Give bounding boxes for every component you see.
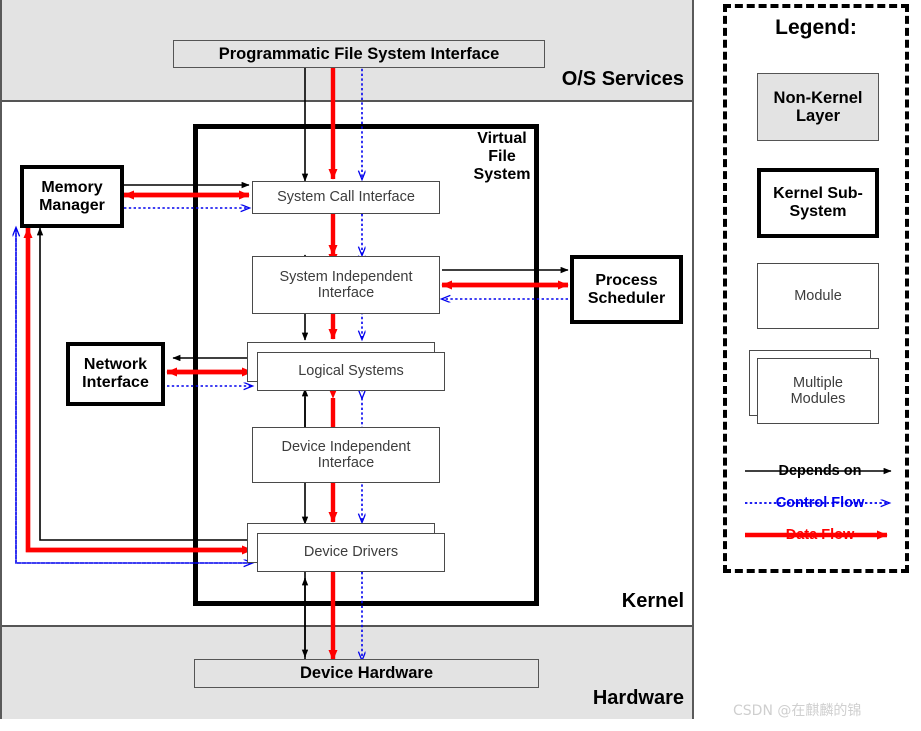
band-label-hardware: Hardware	[592, 687, 684, 709]
watermark: CSDN @在麒麟的锦	[733, 703, 862, 719]
legend-line-label: Data Flow	[785, 527, 855, 543]
box-label-line1: System Independent	[279, 268, 413, 285]
box-device-independent-interface[interactable]: Device Independent Interface	[252, 427, 440, 483]
legend-shape-label-line1: Kernel Sub-	[773, 185, 863, 203]
legend-panel: Legend: Non-Kernel Layer Kernel Sub- Sys…	[723, 4, 909, 573]
box-system-call-interface[interactable]: System Call Interface	[252, 181, 440, 214]
legend-shape-label-line1: Multiple	[793, 374, 843, 391]
legend-shape-kernel-sub-system: Kernel Sub- System	[757, 168, 879, 238]
legend-title: Legend:	[775, 16, 857, 39]
box-label-line1: Network	[83, 356, 148, 374]
vfs-label-line2: File	[488, 147, 516, 165]
box-label: Programmatic File System Interface	[218, 44, 500, 63]
box-label-line2: Interface	[317, 455, 375, 471]
vfs-label-line3: System	[473, 165, 531, 183]
box-label-line1: Memory	[41, 178, 103, 196]
box-device-drivers[interactable]: Device Drivers	[257, 533, 445, 572]
legend-shape-non-kernel-layer: Non-Kernel Layer	[757, 73, 879, 141]
box-label-line2: Interface	[317, 285, 375, 301]
virtual-file-system-label: Virtual File System	[464, 130, 540, 184]
box-label-line2: Scheduler	[587, 289, 666, 307]
box-label: System Call Interface	[277, 189, 415, 206]
box-label-line2: Manager	[39, 196, 105, 214]
box-label: Device Drivers	[303, 544, 399, 561]
box-system-independent-interface[interactable]: System Independent Interface	[252, 256, 440, 314]
box-label: Device Hardware	[300, 664, 433, 683]
box-device-hardware[interactable]: Device Hardware	[194, 659, 539, 688]
box-logical-systems[interactable]: Logical Systems	[257, 352, 445, 391]
legend-shape-module: Module	[757, 263, 879, 329]
band-label-kernel: Kernel	[621, 590, 684, 612]
legend-line-data-flow: Data Flow	[741, 524, 899, 546]
box-label-line1: Process	[595, 271, 658, 289]
box-label-line2: Interface	[82, 374, 149, 391]
legend-shape-label: Module	[794, 287, 842, 304]
box-memory-manager[interactable]: Memory Manager	[20, 165, 124, 228]
legend-line-depends-on: Depends on	[741, 460, 899, 482]
box-process-scheduler[interactable]: Process Scheduler	[570, 255, 683, 324]
box-label-line1: Device Independent	[281, 438, 411, 455]
legend-line-control-flow: Control Flow	[741, 492, 899, 514]
box-label: Logical Systems	[298, 363, 404, 380]
vfs-label-line1: Virtual	[477, 130, 527, 147]
box-programmatic-file-system-interface[interactable]: Programmatic File System Interface	[173, 40, 545, 68]
box-network-interface[interactable]: Network Interface	[66, 342, 165, 406]
legend-line-label: Depends on	[778, 463, 862, 479]
legend-shape-multiple-modules: Multiple Modules	[757, 358, 879, 424]
legend-line-label: Control Flow	[775, 495, 865, 511]
band-label-os-services: O/S Services	[561, 68, 684, 90]
legend-shape-label-line1: Non-Kernel	[773, 88, 863, 107]
legend-shape-label-line2: Modules	[790, 391, 846, 407]
legend-shape-label-line2: System	[789, 203, 847, 220]
architecture-diagram: O/S Services Kernel Hardware Virtual Fil…	[0, 0, 694, 719]
legend-shape-label-line2: Layer	[795, 107, 840, 125]
